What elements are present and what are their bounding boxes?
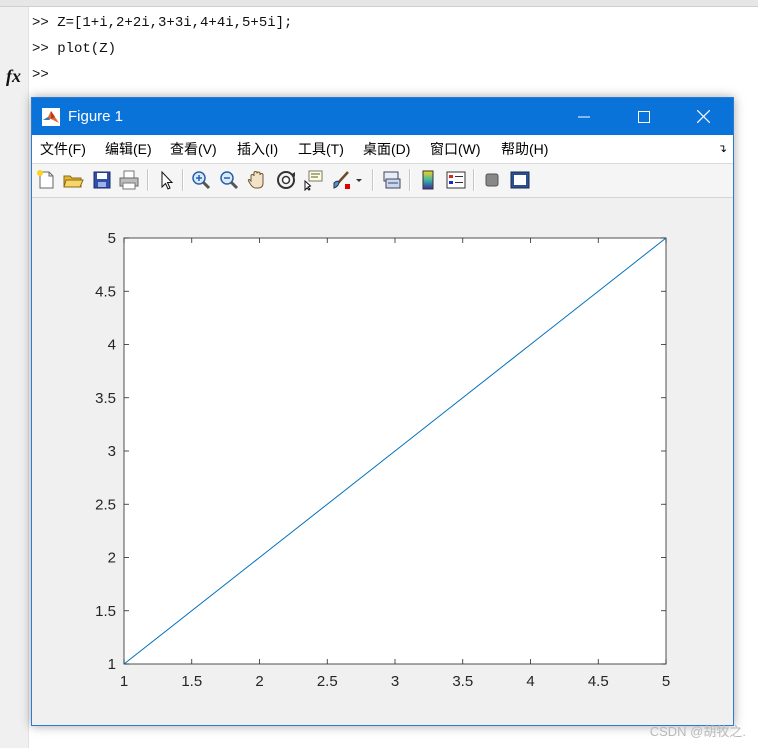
toolbar-separator xyxy=(473,169,475,191)
y-tick-label: 3.5 xyxy=(95,390,116,407)
menu-desktop[interactable]: 桌面(D) xyxy=(363,135,410,163)
zoom-in-icon[interactable] xyxy=(190,169,212,191)
x-tick-label: 4 xyxy=(526,673,534,690)
watermark: CSDN @胡牧之. xyxy=(649,724,746,739)
menu-insert[interactable]: 插入(I) xyxy=(237,135,278,163)
save-icon[interactable] xyxy=(91,169,113,191)
figure-title: Figure 1 xyxy=(68,108,124,125)
figure-toolbar xyxy=(32,164,733,198)
x-tick-label: 3 xyxy=(391,673,399,690)
figure-window[interactable]: Figure 1 文件(F) 编辑(E) 查看(V) 插入(I) 工具(T) 桌… xyxy=(31,97,734,726)
command-line: >> plot(Z) xyxy=(32,41,117,57)
y-tick-label: 4 xyxy=(108,337,116,354)
brush-icon[interactable] xyxy=(330,169,352,191)
menu-edit[interactable]: 编辑(E) xyxy=(105,135,152,163)
show-plot-tools-icon[interactable] xyxy=(509,169,531,191)
menu-window[interactable]: 窗口(W) xyxy=(430,135,481,163)
x-tick-label: 5 xyxy=(662,673,670,690)
hide-plot-tools-icon[interactable] xyxy=(481,169,503,191)
close-icon xyxy=(696,110,710,123)
menu-tools[interactable]: 工具(T) xyxy=(298,135,344,163)
maximize-button[interactable] xyxy=(621,98,667,135)
menu-bar: 文件(F) 编辑(E) 查看(V) 插入(I) 工具(T) 桌面(D) 窗口(W… xyxy=(32,135,733,164)
new-figure-icon[interactable] xyxy=(35,169,57,191)
toolbar-separator xyxy=(182,169,184,191)
command-window-gutter xyxy=(0,7,29,748)
y-tick-label: 4.5 xyxy=(95,283,116,300)
rotate-3d-icon[interactable] xyxy=(275,169,297,191)
edit-plot-arrow-icon[interactable] xyxy=(155,169,177,191)
y-tick-label: 2 xyxy=(108,550,116,567)
link-plot-icon[interactable] xyxy=(381,169,403,191)
x-tick-label: 1.5 xyxy=(181,673,202,690)
menu-view[interactable]: 查看(V) xyxy=(170,135,217,163)
command-line: >> Z=[1+i,2+2i,3+3i,4+4i,5+5i]; xyxy=(32,15,293,31)
minimize-icon xyxy=(578,116,590,117)
y-tick-label: 2.5 xyxy=(95,496,116,513)
fx-icon[interactable]: fx xyxy=(6,66,21,87)
line-chart[interactable]: 1 1.5 2 2.5 3 3.5 4 4.5 5 1 1.5 2 2.5 3 3.5 4 4.5 5 xyxy=(32,198,733,725)
y-tick-label: 3 xyxy=(108,443,116,460)
pan-hand-icon[interactable] xyxy=(246,169,268,191)
command-window-header xyxy=(0,0,758,7)
x-tick-label: 2 xyxy=(255,673,263,690)
minimize-button[interactable] xyxy=(561,98,607,135)
x-tick-label: 2.5 xyxy=(317,673,338,690)
x-tick-label: 1 xyxy=(120,673,128,690)
data-cursor-icon[interactable] xyxy=(302,169,324,191)
insert-colorbar-icon[interactable] xyxy=(417,169,439,191)
matlab-logo-icon xyxy=(42,108,60,126)
figure-canvas[interactable]: 1 1.5 2 2.5 3 3.5 4 4.5 5 1 1.5 2 2.5 3 3.5 4 4.5 5 xyxy=(32,198,733,725)
maximize-icon xyxy=(638,110,650,123)
y-tick-label: 5 xyxy=(108,230,116,247)
command-prompt[interactable]: >> xyxy=(32,65,49,85)
menu-file[interactable]: 文件(F) xyxy=(40,135,86,163)
open-file-icon[interactable] xyxy=(62,169,84,191)
toolbar-separator xyxy=(409,169,411,191)
menu-help[interactable]: 帮助(H) xyxy=(501,135,548,163)
figure-title-bar[interactable]: Figure 1 xyxy=(32,98,733,135)
brush-dropdown-icon[interactable] xyxy=(354,169,364,191)
insert-legend-icon[interactable] xyxy=(445,169,467,191)
toolbar-separator xyxy=(147,169,149,191)
print-icon[interactable] xyxy=(118,169,140,191)
toolbar-separator xyxy=(372,169,374,191)
close-button[interactable] xyxy=(680,98,726,135)
zoom-out-icon[interactable] xyxy=(218,169,240,191)
menu-dock-arrow-icon[interactable]: ↴ xyxy=(718,135,727,163)
y-tick-label: 1 xyxy=(108,656,116,673)
x-tick-label: 3.5 xyxy=(452,673,473,690)
y-tick-label: 1.5 xyxy=(95,603,116,620)
x-tick-label: 4.5 xyxy=(588,673,609,690)
